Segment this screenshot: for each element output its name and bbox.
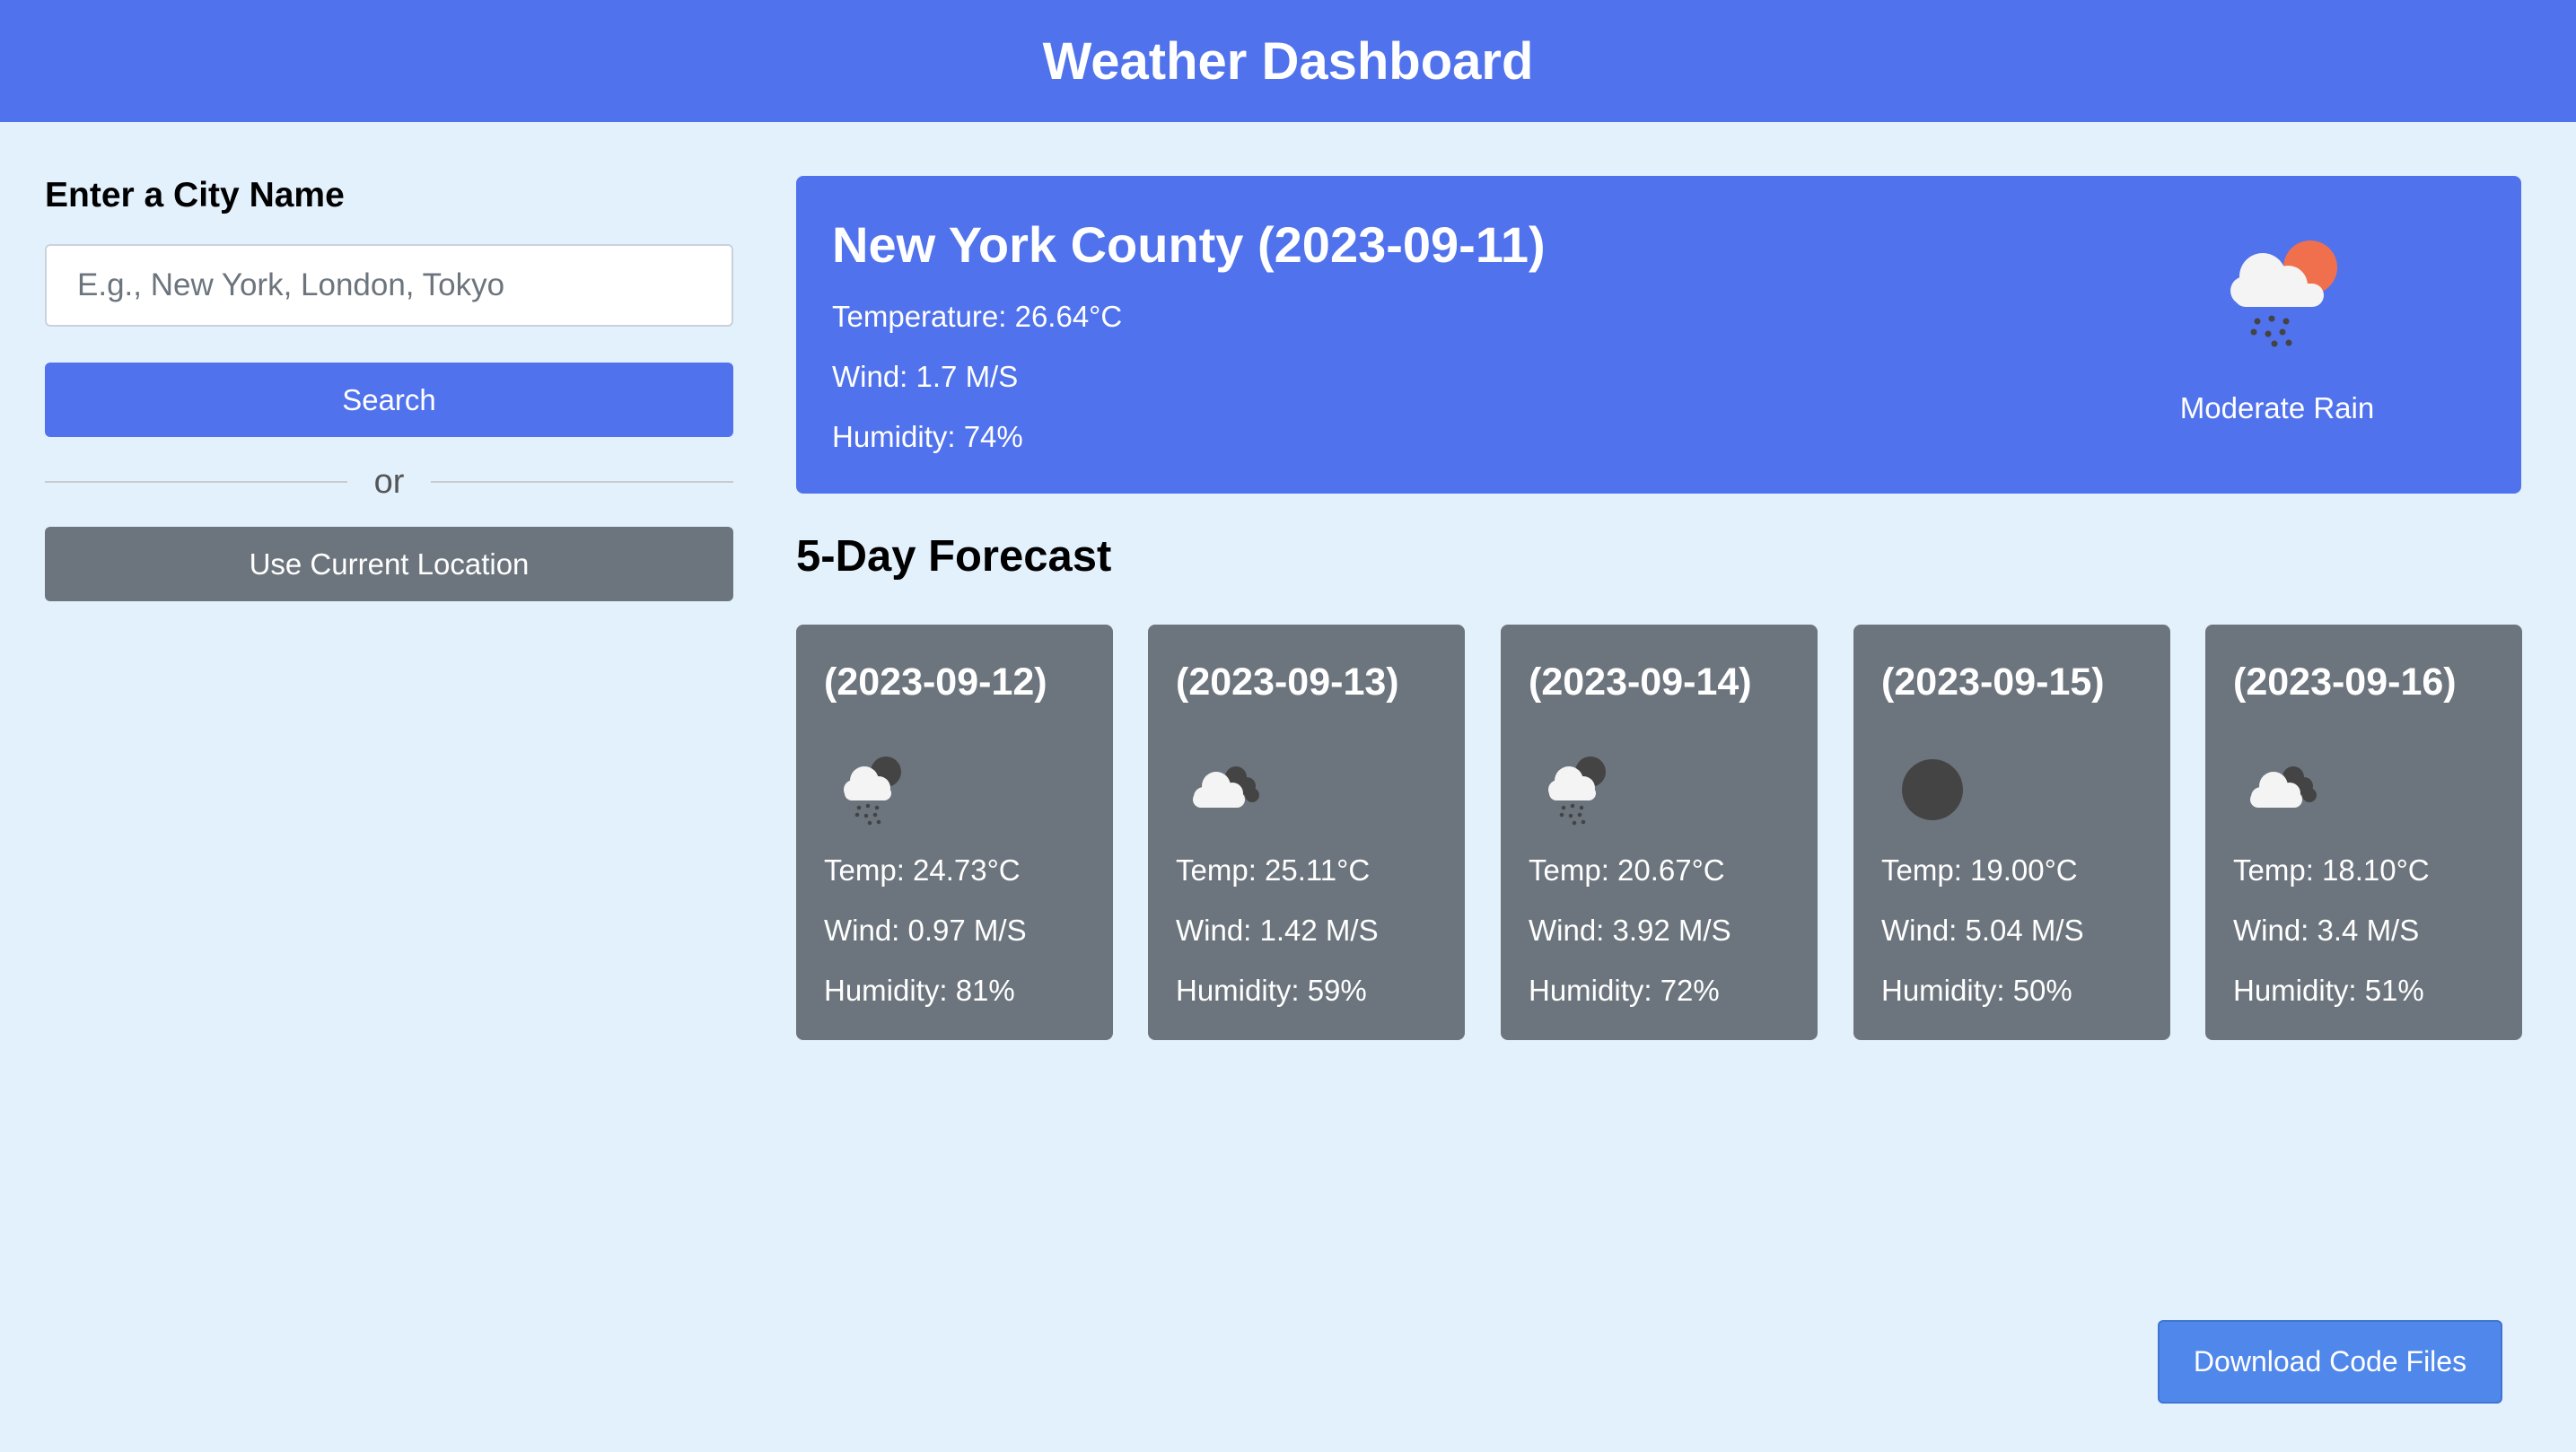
forecast-temp: Temp: 24.73°C bbox=[824, 853, 1021, 887]
clear-night-icon bbox=[1902, 759, 1963, 820]
search-panel: Enter a City Name Search or Use Current … bbox=[45, 171, 734, 601]
current-humidity: Humidity: 74% bbox=[832, 420, 1023, 453]
forecast-date: (2023-09-14) bbox=[1529, 660, 1752, 704]
forecast-wind: Wind: 1.42 M/S bbox=[1176, 914, 1379, 947]
forecast-humidity: Humidity: 51% bbox=[2233, 974, 2424, 1007]
forecast-temp: Temp: 19.00°C bbox=[1881, 853, 2078, 887]
forecast-humidity: Humidity: 50% bbox=[1881, 974, 2072, 1007]
rain-cloud-night-icon bbox=[844, 757, 901, 826]
divider-line-left bbox=[45, 481, 347, 483]
forecast-temp: Temp: 20.67°C bbox=[1529, 853, 1725, 887]
current-temperature: Temperature: 26.64°C bbox=[832, 300, 1123, 333]
forecast-wind: Wind: 0.97 M/S bbox=[824, 914, 1027, 947]
forecast-card: (2023-09-13) Temp: 25.11°C Wind: 1.42 M/… bbox=[1148, 625, 1465, 1040]
search-button[interactable]: Search bbox=[45, 363, 733, 437]
cloudy-night-icon bbox=[2250, 766, 2317, 808]
forecast-wind: Wind: 3.4 M/S bbox=[2233, 914, 2420, 947]
or-divider: or bbox=[45, 437, 734, 527]
current-condition: Moderate Rain bbox=[2179, 391, 2375, 424]
download-code-files-button[interactable]: Download Code Files bbox=[2158, 1320, 2502, 1404]
current-city-date: New York County (2023-09-11) bbox=[832, 216, 1546, 273]
forecast-card: (2023-09-14) Temp: 20.67°C Wind: 3.92 M/… bbox=[1501, 625, 1818, 1040]
app-title: Weather Dashboard bbox=[1042, 31, 1534, 91]
forecast-wind: Wind: 3.92 M/S bbox=[1529, 914, 1731, 947]
search-heading: Enter a City Name bbox=[45, 176, 345, 214]
forecast-card: (2023-09-12) Temp: 24.73°C Wind: 0.97 M/… bbox=[796, 625, 1113, 1040]
rain-cloud-sun-icon bbox=[2230, 241, 2337, 347]
cloudy-night-icon bbox=[1193, 766, 1259, 808]
forecast-temp: Temp: 25.11°C bbox=[1176, 853, 1371, 887]
app-header: Weather Dashboard bbox=[0, 0, 2576, 122]
forecast-humidity: Humidity: 59% bbox=[1176, 974, 1367, 1007]
forecast-title: 5-Day Forecast bbox=[796, 532, 1112, 581]
forecast-date: (2023-09-16) bbox=[2233, 660, 2457, 704]
forecast-date: (2023-09-15) bbox=[1881, 660, 2105, 704]
use-current-location-button[interactable]: Use Current Location bbox=[45, 527, 733, 601]
current-weather-card: New York County (2023-09-11) Temperature… bbox=[796, 176, 2521, 494]
forecast-humidity: Humidity: 81% bbox=[824, 974, 1015, 1007]
city-search-input[interactable] bbox=[45, 244, 733, 327]
forecast-temp: Temp: 18.10°C bbox=[2233, 853, 2430, 887]
forecast-humidity: Humidity: 72% bbox=[1529, 974, 1720, 1007]
divider-line-right bbox=[431, 481, 734, 483]
current-wind: Wind: 1.7 M/S bbox=[832, 360, 1019, 393]
forecast-card: (2023-09-15) Temp: 19.00°C Wind: 5.04 M/… bbox=[1853, 625, 2170, 1040]
forecast-date: (2023-09-12) bbox=[824, 660, 1047, 704]
forecast-card: (2023-09-16) Temp: 18.10°C Wind: 3.4 M/S… bbox=[2205, 625, 2522, 1040]
rain-cloud-night-icon bbox=[1548, 757, 1606, 826]
forecast-wind: Wind: 5.04 M/S bbox=[1881, 914, 2084, 947]
forecast-date: (2023-09-13) bbox=[1176, 660, 1399, 704]
divider-text: or bbox=[373, 462, 405, 501]
